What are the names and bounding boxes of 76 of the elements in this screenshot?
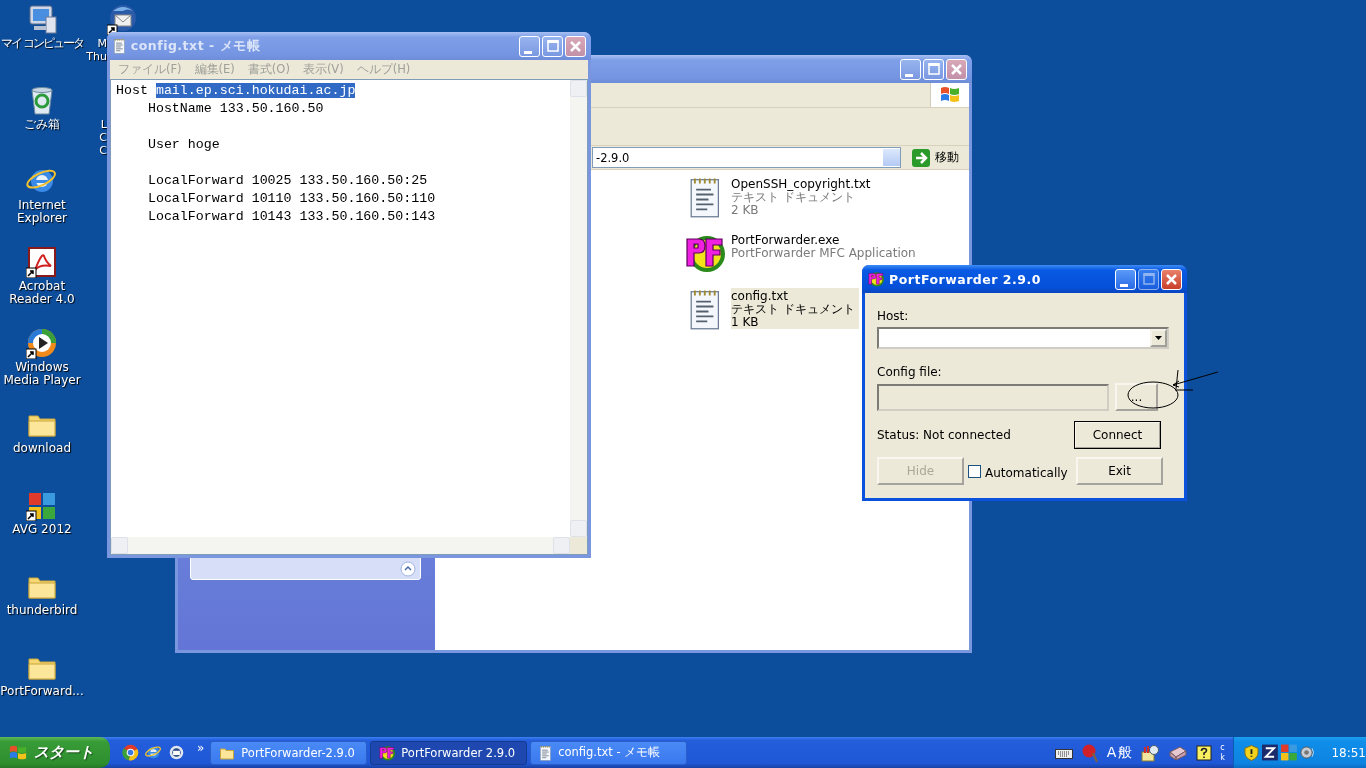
browse-button[interactable]: ... [1115,383,1158,411]
desktop-icon-label[interactable]: download [13,442,71,455]
clock[interactable]: 18:51 [1331,745,1366,760]
z-icon[interactable] [1261,744,1278,761]
start-button[interactable]: スタート [0,737,110,768]
file-item[interactable]: OpenSSH_copyright.txt テキスト ドキュメント 2 KB [731,176,871,217]
browser-icon[interactable] [122,744,139,761]
dropdown-arrow-icon [1155,336,1162,340]
text-file-icon [688,288,722,330]
desktop-icon-label[interactable]: マイ コンピュータ [1,37,83,50]
desktop-icon-label[interactable]: Acrobat Reader 4.0 [9,280,75,306]
windows-flag-icon [939,85,961,105]
exit-button[interactable]: Exit [1076,457,1163,485]
maximize-icon [546,40,559,52]
window-title: config.txt - メモ帳 [130,37,262,55]
ime-indicator[interactable]: A般 [1106,743,1133,762]
file-item[interactable]: config.txt テキスト ドキュメント 1 KB [731,288,859,329]
window-title: PortForwarder 2.9.0 [889,271,1042,287]
chevron-text[interactable]: » [197,740,205,755]
minimize-icon [1120,283,1128,287]
ie-icon[interactable] [145,744,162,761]
desktop-icon-label[interactable]: Internet Explorer [17,199,67,225]
app-icon [379,744,396,761]
text-line: LocalForward 10025 133.50.160.50:25 [146,172,428,190]
windows-flag-icon [8,743,28,762]
desktop-icon-label[interactable]: M Thu [85,37,107,63]
ime-tools-icon[interactable] [1140,743,1161,762]
desktop-icon-label[interactable]: thunderbird [6,604,78,617]
close-icon [951,63,962,75]
text-line: LocalForward 10143 133.50.160.50:143 [146,208,436,226]
status-text: Status: Not connected [877,428,1012,442]
checkbox[interactable] [968,464,981,478]
text-line: Host mail.ep.sci.hokudai.ac.jp [116,82,356,100]
help-icon[interactable] [1196,744,1213,761]
host-combobox[interactable] [877,327,1169,349]
taskbar-button[interactable]: config.txt - メモ帳 [530,740,688,765]
shield-icon[interactable] [1244,743,1259,762]
notepad-icon [539,744,553,761]
size-grip[interactable] [570,537,587,554]
text-line: HostName 133.50.160.50 [146,100,324,118]
host-label: Host: [877,309,910,325]
checkbox-label[interactable]: Automatically [985,466,1068,480]
text-file-icon [688,176,722,218]
config-label: Config file: [877,365,943,381]
desktop-icon-label[interactable]: PortForward... [0,685,84,698]
file-item[interactable]: PortForwarder.exe PortForwarder MFC Application [731,232,916,260]
tiles-icon[interactable] [1280,744,1297,761]
text-line: User hoge [146,136,220,154]
maximize-icon [1142,273,1155,285]
desktop-icon-label[interactable]: AVG 2012 [12,523,72,536]
desktop-icon-label[interactable]: ごみ箱 [24,118,60,131]
minimize-icon [905,73,913,77]
desktop-icon-label[interactable]: L C C [85,118,107,157]
close-button[interactable] [1161,268,1182,290]
chevron-icon[interactable] [400,561,416,577]
close-icon [570,40,581,52]
speaker-icon[interactable] [1299,744,1317,761]
app-icon [868,271,884,287]
text-line: LocalForward 10110 133.50.160.50:110 [146,190,436,208]
close-icon [1166,273,1177,285]
minimize-icon [524,50,532,54]
notepad-icon [113,38,126,54]
taskbar-button[interactable]: PortForwarder 2.9.0 [370,740,528,765]
minimize-button[interactable] [1115,268,1136,290]
horizontal-scrollbar[interactable] [111,537,570,554]
desktop-icon-label[interactable]: Windows Media Player [3,361,81,387]
maximize-icon [927,63,940,75]
connect-button[interactable]: Connect [1074,421,1161,449]
keyboard-icon[interactable] [1054,746,1073,759]
mail-client-icon[interactable] [168,744,185,761]
ime-status-text[interactable]: c k [1220,742,1225,763]
config-file-field[interactable] [877,383,1109,411]
taskbar-button[interactable]: PortForwarder-2.9.0 [210,740,368,765]
address-field[interactable]: -2.9.0 [592,147,901,168]
vertical-scrollbar[interactable] [570,80,587,537]
go-button[interactable]: 移動 [905,146,965,169]
